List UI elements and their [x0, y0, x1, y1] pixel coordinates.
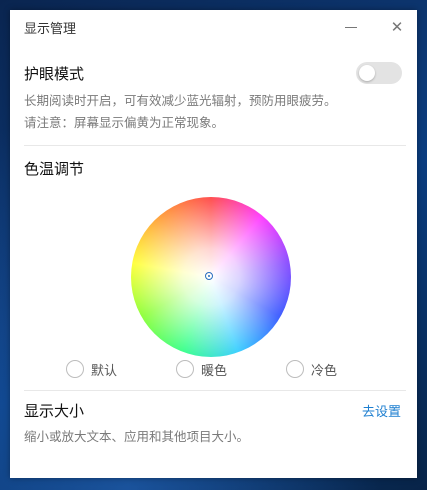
radio-circle-icon — [286, 360, 304, 378]
minimize-button[interactable] — [338, 14, 364, 40]
divider — [24, 390, 406, 391]
display-size-heading: 显示大小 — [24, 402, 85, 420]
color-wheel[interactable] — [131, 197, 291, 357]
eye-protection-description-line2: 请注意：屏幕显示偏黄为正常现象。 — [24, 115, 225, 130]
eye-protection-heading: 护眼模式 — [24, 65, 85, 83]
radio-default[interactable]: 默认 — [66, 359, 117, 379]
go-to-settings-link[interactable]: 去设置 — [362, 401, 401, 420]
window-title: 显示管理 — [24, 22, 77, 37]
radio-default-label: 默认 — [91, 363, 118, 379]
display-management-window: 显示管理 ✕ 护眼模式 长期阅读时开启，可有效减少蓝光辐射，预防用眼疲劳。 请注… — [10, 10, 417, 478]
close-button[interactable]: ✕ — [384, 14, 410, 40]
divider — [24, 145, 406, 146]
toggle-knob — [359, 65, 375, 81]
radio-warm-label: 暖色 — [201, 363, 228, 379]
minimize-icon — [345, 26, 357, 28]
display-size-description: 缩小或放大文本、应用和其他项目大小。 — [24, 429, 250, 444]
radio-circle-icon — [66, 360, 84, 378]
radio-warm[interactable]: 暖色 — [176, 359, 227, 379]
title-bar: 显示管理 ✕ — [10, 10, 417, 44]
close-icon: ✕ — [390, 18, 404, 36]
color-picker-marker-icon[interactable] — [205, 272, 213, 280]
radio-cool-label: 冷色 — [311, 363, 338, 379]
radio-circle-icon — [176, 360, 194, 378]
radio-cool[interactable]: 冷色 — [286, 359, 337, 379]
eye-protection-description-line1: 长期阅读时开启，可有效减少蓝光辐射，预防用眼疲劳。 — [24, 93, 337, 108]
color-temperature-heading: 色温调节 — [24, 160, 85, 178]
eye-protection-toggle[interactable] — [356, 62, 402, 84]
